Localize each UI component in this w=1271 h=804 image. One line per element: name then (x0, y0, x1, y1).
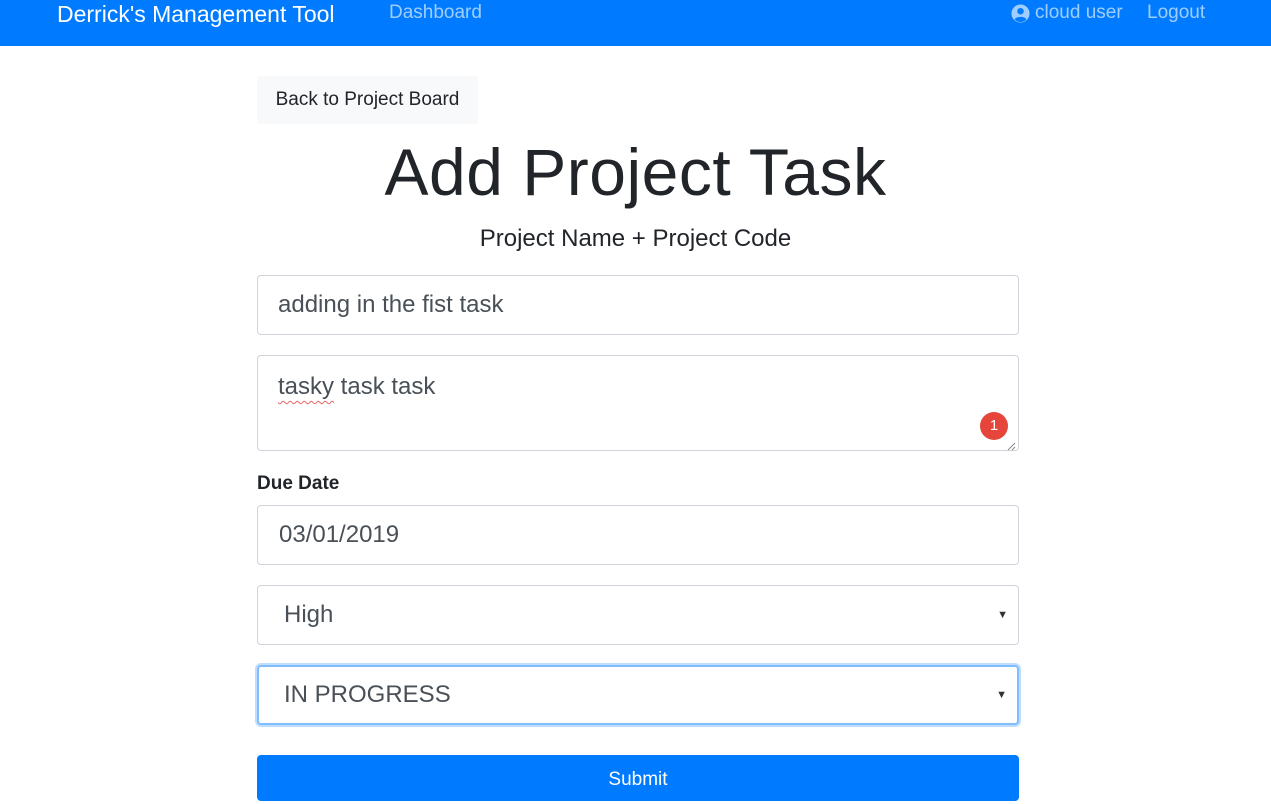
due-date-input[interactable]: 03/01/2019 (257, 505, 1019, 565)
summary-input[interactable]: adding in the fist task (257, 275, 1019, 335)
nav-user-link[interactable]: cloud user (1011, 0, 1123, 26)
brand-link[interactable]: Derrick's Management Tool (57, 0, 335, 30)
submit-button[interactable]: Submit (257, 755, 1019, 801)
acceptance-criteria-textarea[interactable]: tasky task task (257, 355, 1019, 451)
chevron-down-icon: ▼ (997, 609, 1008, 621)
priority-select[interactable]: High ▼ (257, 585, 1019, 645)
resize-handle-icon[interactable] (1006, 438, 1016, 451)
logout-link[interactable]: Logout (1147, 0, 1205, 26)
top-navbar: Derrick's Management Tool Dashboard clou… (0, 0, 1271, 46)
back-to-project-board-button[interactable]: Back to Project Board (257, 76, 478, 124)
spellcheck-badge[interactable]: 1 (980, 412, 1008, 440)
priority-selected-value: High (284, 601, 334, 628)
chevron-down-icon: ▼ (996, 689, 1007, 701)
page-subtitle: Project Name + Project Code (479, 225, 792, 252)
page-title: Add Project Task (384, 135, 887, 209)
misspelled-word: tasky (278, 373, 335, 400)
user-circle-icon (1011, 3, 1030, 23)
status-select[interactable]: IN PROGRESS ▼ (257, 665, 1019, 725)
status-selected-value: IN PROGRESS (284, 681, 451, 708)
nav-dashboard-link[interactable]: Dashboard (389, 0, 482, 26)
user-name-label: cloud user (1035, 2, 1123, 23)
due-date-label: Due Date (257, 473, 340, 494)
acceptance-text: task task (334, 373, 436, 400)
